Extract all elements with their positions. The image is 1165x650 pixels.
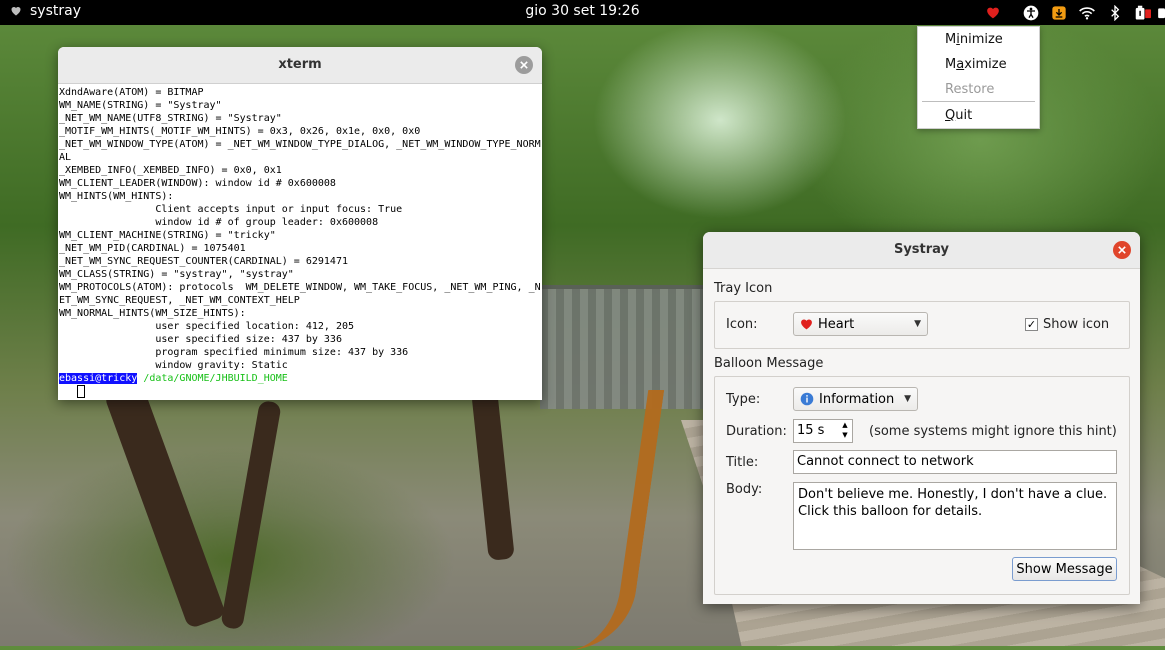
body-label: Body: <box>726 482 763 497</box>
tray-battery-button[interactable] <box>1129 2 1157 23</box>
tray-heart-button[interactable] <box>979 2 1007 23</box>
title-field[interactable]: Cannot connect to network <box>793 450 1117 474</box>
menu-item-restore: Restore <box>945 82 995 97</box>
background-wall-rail <box>411 390 665 650</box>
tray-bluetooth-button[interactable] <box>1101 2 1129 23</box>
spin-up-icon[interactable]: ▲ <box>840 420 850 430</box>
terminal-line: XdndAware(ATOM) = BITMAP <box>59 87 204 98</box>
spin-down-icon[interactable]: ▼ <box>840 430 850 440</box>
chevron-down-icon: ▼ <box>904 394 911 404</box>
type-label: Type: <box>726 392 761 407</box>
terminal-line: AL <box>59 152 72 163</box>
type-combo[interactable]: Information ▼ <box>793 387 918 411</box>
close-button[interactable] <box>515 56 533 74</box>
info-icon <box>800 392 814 406</box>
terminal-line: window id # of group leader: 0x600008 <box>59 217 379 228</box>
terminal-line: WM_NAME(STRING) = "Systray" <box>59 100 222 111</box>
terminal-line: program specified minimum size: 437 by 3… <box>59 347 409 358</box>
tray-icon-section-label: Tray Icon <box>714 281 773 296</box>
terminal-line: _MOTIF_WM_HINTS(_MOTIF_WM_HINTS) = 0x3, … <box>59 126 421 137</box>
close-button[interactable] <box>1113 241 1131 259</box>
terminal-line: WM_PROTOCOLS(ATOM): protocols WM_DELETE_… <box>59 282 541 293</box>
duration-stepper[interactable]: ▲ ▼ <box>840 420 850 442</box>
show-icon-label[interactable]: Show icon <box>1043 317 1109 332</box>
close-icon <box>1118 246 1126 254</box>
menu-separator <box>922 101 1035 102</box>
terminal-line: _NET_WM_WINDOW_TYPE(ATOM) = _NET_WM_WIND… <box>59 139 541 150</box>
tray-context-menu: Minimize Maximize Restore Quit <box>917 26 1040 129</box>
terminal-line: WM_HINTS(WM_HINTS): <box>59 191 174 202</box>
top-bar: systray gio 30 set 19:26 <box>0 0 1165 25</box>
menu-item-minimize[interactable]: Minimize <box>945 32 1003 47</box>
battery-icon <box>1135 5 1151 20</box>
dialog-titlebar[interactable]: Systray <box>703 232 1140 269</box>
terminal-line: _NET_WM_SYNC_REQUEST_COUNTER(CARDINAL) =… <box>59 256 348 267</box>
background-tree-trunk <box>103 380 227 630</box>
heart-icon <box>801 319 812 330</box>
title-label: Title: <box>726 455 759 470</box>
show-message-button[interactable]: Show Message <box>1012 557 1117 581</box>
terminal-line: WM_CLIENT_MACHINE(STRING) = "tricky" <box>59 230 276 241</box>
system-tray <box>979 2 1165 23</box>
type-combo-value: Information <box>819 391 895 407</box>
duration-label: Duration: <box>726 424 787 439</box>
accessibility-icon <box>1023 5 1039 20</box>
text-cursor <box>77 385 86 398</box>
menu-item-quit[interactable]: Quit <box>945 108 972 123</box>
body-textarea[interactable]: Don't believe me. Honestly, I don't have… <box>793 482 1117 550</box>
terminal-prompt: ebassi@tricky /data/GNOME/JHBUILD_HOME <box>59 372 541 385</box>
menu-item-maximize[interactable]: Maximize <box>945 57 1007 72</box>
systray-dialog: Systray Tray Icon Icon: Heart ▼ ✓ Show i… <box>703 232 1140 604</box>
balloon-section-label: Balloon Message <box>714 356 824 371</box>
icon-combo-value: Heart <box>818 316 855 332</box>
terminal-line: Client accepts input or input focus: Tru… <box>59 204 403 215</box>
terminal-line: WM_CLASS(STRING) = "systray", "systray" <box>59 269 294 280</box>
terminal-line: _NET_WM_NAME(UTF8_STRING) = "Systray" <box>59 113 282 124</box>
terminal-line: _XEMBED_INFO(_XEMBED_INFO) = 0x0, 0x1 <box>59 165 282 176</box>
icon-combo[interactable]: Heart ▼ <box>793 312 928 336</box>
xterm-window: xterm XdndAware(ATOM) = BITMAP WM_NAME(ST… <box>58 47 542 400</box>
tray-wifi-button[interactable] <box>1073 2 1101 23</box>
tray-software-update-button[interactable] <box>1045 2 1073 23</box>
terminal-output[interactable]: XdndAware(ATOM) = BITMAP WM_NAME(STRING) … <box>58 84 542 400</box>
show-icon-checkbox[interactable]: ✓ <box>1025 318 1038 331</box>
heart-icon <box>987 7 999 19</box>
tray-accessibility-button[interactable] <box>1017 2 1045 23</box>
window-title: xterm <box>278 57 322 72</box>
terminal-line: window gravity: Static <box>59 360 288 371</box>
xterm-titlebar[interactable]: xterm <box>58 47 542 84</box>
terminal-line: WM_CLIENT_LEADER(WINDOW): window id # 0x… <box>59 178 336 189</box>
terminal-line: _NET_WM_PID(CARDINAL) = 1075401 <box>59 243 246 254</box>
terminal-line: user specified location: 412, 205 <box>59 321 355 332</box>
terminal-line: user specified size: 437 by 336 <box>59 334 342 345</box>
software-update-icon <box>1052 5 1066 20</box>
icon-label: Icon: <box>726 317 758 332</box>
terminal-lines: XdndAware(ATOM) = BITMAP WM_NAME(STRING) … <box>59 86 541 372</box>
wifi-icon <box>1079 6 1095 20</box>
dialog-title: Systray <box>893 242 950 257</box>
prompt-host: ebassi@tricky <box>59 373 138 384</box>
bluetooth-icon <box>1111 4 1120 21</box>
terminal-line: WM_NORMAL_HINTS(WM_SIZE_HINTS): <box>59 308 246 319</box>
prompt-path: /data/GNOME/JHBUILD_HOME <box>143 373 288 384</box>
duration-hint: (some systems might ignore this hint) <box>869 424 1117 439</box>
background-tree-trunk <box>220 399 282 631</box>
battery-icon <box>1158 7 1165 18</box>
close-icon <box>520 61 528 69</box>
duration-value: 15 s <box>797 423 825 438</box>
chevron-down-icon: ▼ <box>914 319 921 329</box>
tray-overflow-indicator <box>1157 2 1165 23</box>
terminal-line: ET_WM_SYNC_REQUEST, _NET_WM_CONTEXT_HELP <box>59 295 300 306</box>
title-field-value: Cannot connect to network <box>797 454 974 469</box>
